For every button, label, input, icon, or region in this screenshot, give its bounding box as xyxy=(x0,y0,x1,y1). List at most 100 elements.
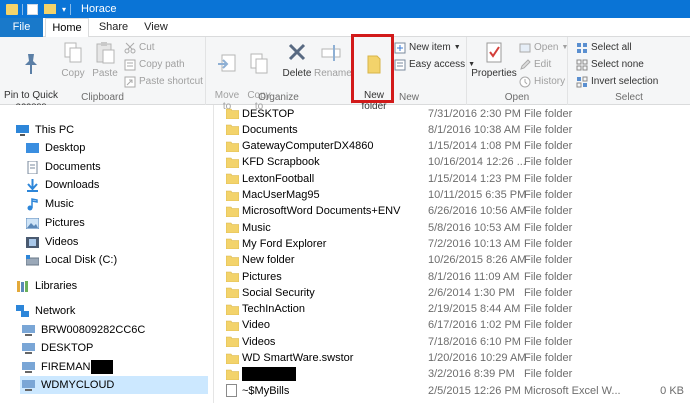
nav-network-fireman[interactable]: FIREMAN xyxy=(22,358,113,376)
file-type: File folder xyxy=(524,270,573,283)
file-row[interactable]: WD SmartWare.swstor 1/20/2016 10:29 AM Fil… xyxy=(220,350,690,367)
copy-path-button[interactable]: Copy path xyxy=(124,57,185,73)
easy-access-button[interactable]: Easy access ▼ xyxy=(394,57,475,73)
file-row[interactable]: GatewayComputerDX4860 1/15/2014 1:08 PM Fi… xyxy=(220,138,690,155)
drive-icon xyxy=(26,254,39,265)
delete-button[interactable]: Delete xyxy=(282,39,312,79)
new-item-dropdown-icon: ▼ xyxy=(453,44,461,51)
select-all-button[interactable]: Select all xyxy=(576,40,632,56)
file-type: File folder xyxy=(524,335,573,348)
nav-libraries[interactable]: Libraries xyxy=(16,277,77,295)
file-row[interactable]: 3/2/2016 8:39 PM File folder xyxy=(220,366,690,383)
open-group-label: Open xyxy=(504,92,530,103)
quick-access-dropdown-icon[interactable]: ▾ xyxy=(62,5,66,14)
nav-music[interactable]: Music xyxy=(26,195,74,213)
edit-button[interactable]: Edit xyxy=(519,57,551,73)
nav-network[interactable]: Network xyxy=(16,302,75,320)
file-name: DESKTOP xyxy=(242,107,295,120)
file-name: MacUserMag95 xyxy=(242,189,320,201)
invert-selection-button[interactable]: Invert selection xyxy=(576,74,658,90)
folder-icon xyxy=(226,222,239,234)
paste-button[interactable]: Paste xyxy=(90,39,120,79)
file-size: 0 KB xyxy=(660,384,684,397)
tab-view[interactable]: View xyxy=(136,18,176,37)
copy-label: Copy xyxy=(61,68,85,79)
quick-properties-icon[interactable] xyxy=(27,3,38,15)
file-row[interactable]: My Ford Explorer 7/2/2016 10:13 AM File fo… xyxy=(220,235,690,252)
nav-this-pc[interactable]: This PC xyxy=(16,121,74,139)
file-type: File folder xyxy=(524,254,573,267)
file-row[interactable]: TechInAction 2/19/2015 8:44 AM File folder xyxy=(220,301,690,318)
file-row[interactable]: MicrosoftWord Documents+ENV 6/26/2016 10:… xyxy=(220,203,690,220)
file-name: TechInAction xyxy=(242,303,305,316)
nav-label: Videos xyxy=(45,236,79,248)
file-row[interactable]: Video 6/17/2016 1:02 PM File folder xyxy=(220,317,690,334)
nav-network-desktop[interactable]: DESKTOP xyxy=(22,339,93,357)
file-name: Social Security xyxy=(242,286,315,299)
file-row[interactable]: Documents 8/1/2016 10:38 AM File folder xyxy=(220,121,690,138)
file-type: File folder xyxy=(524,319,573,332)
file-row[interactable]: Music 5/8/2016 10:53 AM File folder xyxy=(220,219,690,236)
copy-path-icon xyxy=(124,59,136,71)
clipboard-group: Pin to Quick access Copy Paste Cut Copy … xyxy=(0,37,206,112)
nav-documents[interactable]: Documents xyxy=(26,158,101,176)
file-row[interactable]: ~$MyBills 2/5/2015 12:26 PM Microsoft Exce… xyxy=(220,382,690,399)
tab-share[interactable]: Share xyxy=(92,18,135,37)
window-title: Horace xyxy=(81,3,117,15)
file-row[interactable]: New folder 10/26/2015 8:26 AM File folder xyxy=(220,252,690,269)
quick-new-folder-icon[interactable] xyxy=(44,4,56,14)
ribbon: Pin to Quick access Copy Paste Cut Copy … xyxy=(0,37,690,112)
file-name: New folder xyxy=(242,254,295,267)
file-date-modified: 7/31/2016 2:30 PM xyxy=(428,107,521,120)
nav-label: Music xyxy=(45,198,74,210)
tab-file[interactable]: File xyxy=(0,18,43,37)
nav-label: BRW00809282CC6C xyxy=(41,324,146,336)
easy-access-label: Easy access xyxy=(409,59,466,70)
file-date-modified: 2/19/2015 8:44 AM xyxy=(428,303,521,316)
folder-icon xyxy=(226,369,239,380)
tab-home[interactable]: Home xyxy=(45,18,89,38)
clipboard-icon xyxy=(96,42,115,64)
open-button[interactable]: Open ▼ xyxy=(519,40,568,56)
file-row[interactable]: DESKTOP 7/31/2016 2:30 PM File folder xyxy=(220,105,690,122)
nav-network-brw[interactable]: BRW00809282CC6C xyxy=(22,321,145,339)
nav-desktop[interactable]: Desktop xyxy=(26,139,85,157)
excel-file-icon xyxy=(226,384,237,398)
file-date-modified: 10/26/2015 8:26 AM xyxy=(428,254,527,267)
nav-label: Pictures xyxy=(45,217,85,229)
file-date-modified: 8/1/2016 10:38 AM xyxy=(428,123,521,136)
select-none-button[interactable]: Select none xyxy=(576,57,644,73)
nav-pictures[interactable]: Pictures xyxy=(26,214,85,232)
nav-videos[interactable]: Videos xyxy=(26,233,78,251)
file-row[interactable]: Pictures 8/1/2016 11:09 AM File folder xyxy=(220,268,690,285)
select-group-label: Select xyxy=(615,92,643,103)
nav-downloads[interactable]: Downloads xyxy=(26,176,99,194)
file-row[interactable]: MacUserMag95 10/11/2015 6:35 PM File folde… xyxy=(220,187,690,204)
cut-label: Cut xyxy=(139,42,155,53)
nav-local-disk[interactable]: Local Disk (C:) xyxy=(26,251,117,269)
history-button[interactable]: History xyxy=(519,74,565,90)
file-row[interactable]: KFD Scrapbook 10/16/2014 12:26 ... File fo… xyxy=(220,154,690,171)
file-row[interactable]: LextonFootball 1/15/2014 1:23 PM File fold… xyxy=(220,170,690,187)
new-item-label: New item xyxy=(409,42,451,53)
paste-shortcut-button[interactable]: Paste shortcut xyxy=(124,74,203,90)
folder-icon xyxy=(226,124,239,136)
redaction-box xyxy=(242,366,296,381)
cut-button[interactable]: Cut xyxy=(124,40,155,56)
properties-button[interactable]: Properties xyxy=(471,39,517,79)
new-item-button[interactable]: New item ▼ xyxy=(394,40,461,56)
file-name: KFD Scrapbook xyxy=(242,156,320,169)
file-row[interactable]: Social Security 2/6/2014 1:30 PM File fold… xyxy=(220,284,690,301)
file-type: File folder xyxy=(524,107,573,120)
new-folder-highlight-box xyxy=(351,34,394,103)
network-icon xyxy=(16,304,29,317)
file-row[interactable]: Videos 7/18/2016 6:10 PM File folder xyxy=(220,333,690,350)
nav-label: FIREMAN xyxy=(41,361,91,373)
nav-network-wdmycloud[interactable]: WDMYCLOUD xyxy=(20,376,208,394)
paste-shortcut-label: Paste shortcut xyxy=(139,76,203,87)
rename-button[interactable]: Rename xyxy=(314,39,352,79)
videos-film-icon xyxy=(26,236,39,248)
file-date-modified: 7/18/2016 6:10 PM xyxy=(428,335,521,348)
copy-button[interactable]: Copy xyxy=(60,39,86,79)
rename-label: Rename xyxy=(314,68,352,79)
